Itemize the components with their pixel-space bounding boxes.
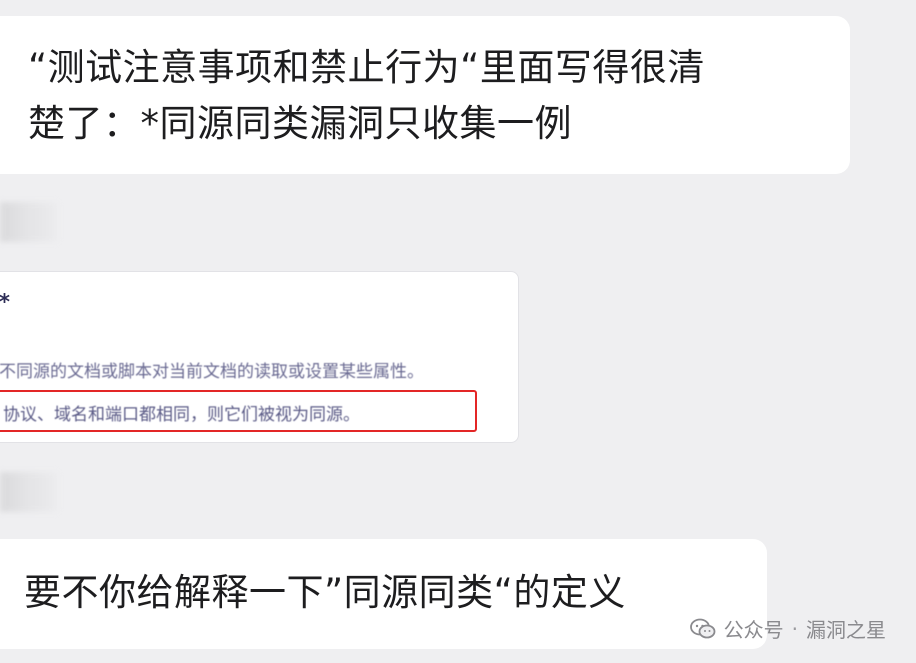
card-title: * xyxy=(0,290,10,314)
chat-bubble-message-2: 要不你给解释一下”同源同类“的定义 xyxy=(0,539,767,649)
wechat-icon xyxy=(689,618,716,638)
message-2-text: 要不你给解释一下”同源同类“的定义 xyxy=(24,571,626,614)
watermark: 公众号 · 漏洞之星 xyxy=(689,614,886,643)
chat-bubble-message-1: “测试注意事项和禁止行为“里面写得很清 楚了：*同源同类漏洞只收集一例 xyxy=(0,16,850,174)
watermark-source: 公众号 xyxy=(723,618,784,642)
quoted-screenshot-card[interactable]: * 不同源的文档或脚本对当前文档的读取或设置某些属性。 协议、域名和端口都相同，… xyxy=(0,271,519,443)
watermark-separator: · xyxy=(791,616,798,641)
avatar-blurred[interactable] xyxy=(0,472,58,512)
card-text-line-1: 不同源的文档或脚本对当前文档的读取或设置某些属性。 xyxy=(0,362,424,382)
message-1-line-2: 楚了：*同源同类漏洞只收集一例 xyxy=(28,102,572,145)
message-1-line-1: “测试注意事项和禁止行为“里面写得很清 xyxy=(28,46,705,89)
card-text-line-2: 协议、域名和端口都相同，则它们被视为同源。 xyxy=(3,405,360,425)
avatar-blurred[interactable] xyxy=(0,202,58,242)
watermark-account: 漏洞之星 xyxy=(806,618,886,642)
